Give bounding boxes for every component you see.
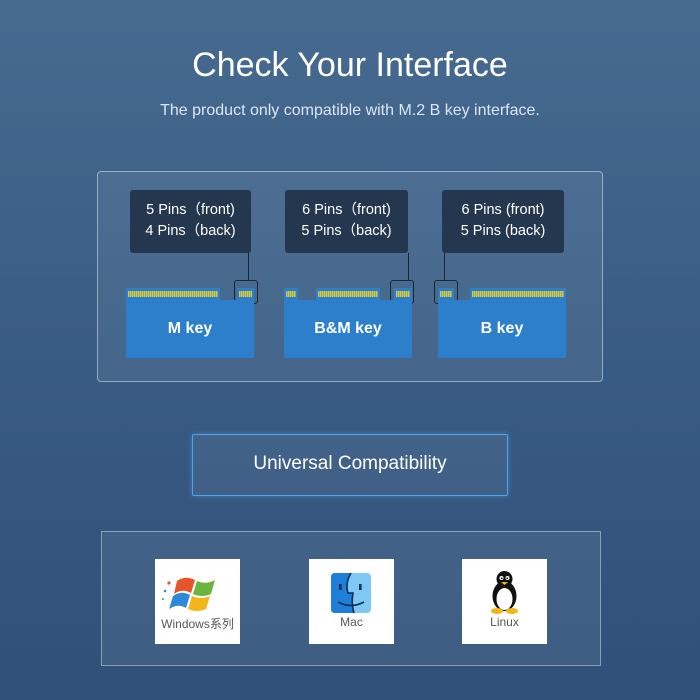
m-key-label: M key <box>167 320 213 337</box>
m-key-card: 5 Pins（front) 4 Pins（back) M key <box>126 188 266 363</box>
os-tile-windows: Windows系列 <box>155 559 240 644</box>
b-key-front-pins: 6 Pins (front) <box>461 202 545 218</box>
windows-logo-icon <box>161 577 215 611</box>
os-label-windows: Windows系列 <box>161 617 234 631</box>
m-key-back-pins: 4 Pins（back) <box>145 223 236 239</box>
bm-key-label: B&M key <box>314 320 382 337</box>
bm-key-leader-line <box>408 253 409 280</box>
os-label-linux: Linux <box>490 615 519 629</box>
m-key-pin-tooltip: 5 Pins（front) 4 Pins（back) <box>130 190 251 253</box>
m-key-leader-line <box>248 253 249 280</box>
linux-tux-icon <box>491 571 518 614</box>
b-key-board: B key <box>438 300 566 358</box>
universal-compatibility-banner: Universal Compatibility <box>192 434 508 496</box>
page-subtitle: The product only compatible with M.2 B k… <box>160 102 540 119</box>
os-tile-mac: Mac <box>309 559 394 644</box>
bm-key-card: 6 Pins（front) 5 Pins（back) B&M key <box>284 188 424 363</box>
m-key-front-pins: 5 Pins（front) <box>146 202 235 218</box>
b-key-label: B key <box>480 320 524 337</box>
universal-compatibility-label: Universal Compatibility <box>253 453 447 474</box>
mac-finder-icon <box>331 572 371 614</box>
bm-key-front-pins: 6 Pins（front) <box>302 202 391 218</box>
b-key-pin-tooltip: 6 Pins (front) 5 Pins (back) <box>442 190 564 253</box>
bm-key-back-pins: 5 Pins（back) <box>301 223 392 239</box>
bm-key-board: B&M key <box>284 300 412 358</box>
b-key-card: 6 Pins (front) 5 Pins (back) B key <box>434 188 578 363</box>
os-tile-linux: Linux <box>462 559 547 644</box>
page-title: Check Your Interface <box>192 46 508 84</box>
bm-key-pin-tooltip: 6 Pins（front) 5 Pins（back) <box>285 190 408 253</box>
os-support-panel: Windows系列 Mac Linux <box>101 531 601 666</box>
os-label-mac: Mac <box>340 615 363 629</box>
m-key-board: M key <box>126 300 254 358</box>
b-key-leader-line <box>444 253 445 280</box>
interface-panel: 5 Pins（front) 4 Pins（back) M key 6 Pins（… <box>97 171 603 382</box>
b-key-back-pins: 5 Pins (back) <box>460 223 546 239</box>
